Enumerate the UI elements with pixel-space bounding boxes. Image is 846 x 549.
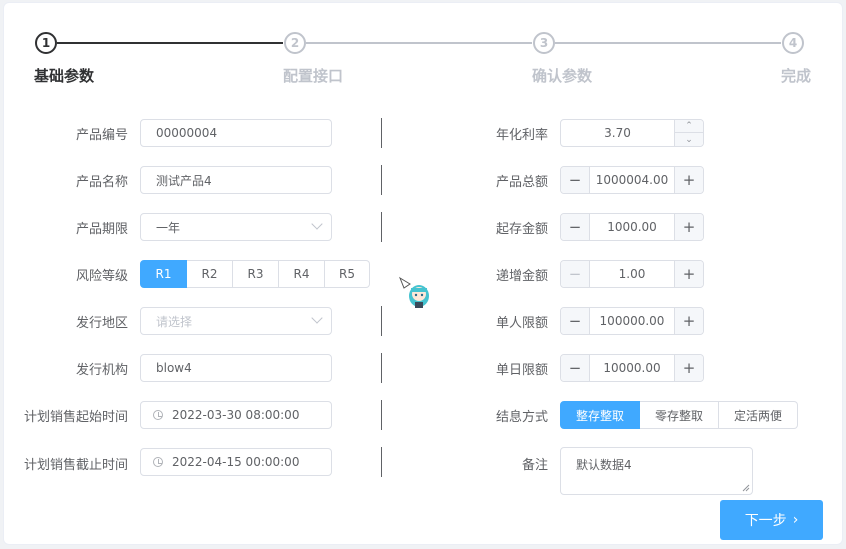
product-term-value: 一年 [156, 220, 181, 235]
minus-icon[interactable]: − [561, 308, 590, 334]
settlement-radio-group: 整存整取 零存整取 定活两便 [560, 401, 798, 429]
column-divider [381, 118, 382, 148]
step-1-title: 基础参数 [34, 67, 95, 85]
min-deposit-stepper: − 1000.00 + [560, 213, 704, 241]
chevron-down-icon [311, 312, 323, 324]
step-4-icon: 4 [782, 32, 804, 54]
region-label: 发行地区 [75, 316, 128, 331]
minus-icon[interactable]: − [561, 261, 590, 287]
per-person-limit-label: 单人限额 [495, 316, 548, 331]
step-4-title: 完成 [781, 67, 812, 85]
annual-rate-stepper: ⌃ ⌄ [674, 120, 703, 146]
minus-icon[interactable]: − [561, 355, 590, 381]
chevron-down-icon [311, 218, 323, 230]
issuer-label: 发行机构 [75, 363, 128, 378]
increment-value[interactable]: 1.00 [590, 261, 674, 287]
sale-start-label: 计划销售起始时间 [23, 410, 128, 425]
next-step-button[interactable]: 下一步 › [720, 500, 823, 540]
product-term-label: 产品期限 [75, 222, 128, 237]
min-deposit-label: 起存金额 [495, 222, 548, 237]
sale-end-value: 2022-04-15 00:00:00 [172, 455, 300, 469]
column-divider [381, 212, 382, 242]
plus-icon[interactable]: + [674, 214, 703, 240]
column-divider [381, 400, 382, 430]
step-1-icon: 1 [35, 32, 57, 54]
column-divider [381, 165, 382, 195]
resize-grip-icon[interactable] [742, 484, 750, 492]
minus-icon[interactable]: − [561, 167, 590, 193]
daily-limit-label: 单日限额 [495, 363, 548, 378]
issuer-input[interactable]: blow4 [140, 354, 332, 382]
risk-r1-button[interactable]: R1 [140, 260, 187, 288]
remark-label: 备注 [521, 458, 548, 473]
min-deposit-value[interactable]: 1000.00 [590, 214, 674, 240]
risk-level-label: 风险等级 [75, 269, 128, 284]
increment-label: 递增金额 [495, 269, 548, 284]
product-code-label: 产品编号 [75, 128, 128, 143]
settlement-option-1-button[interactable]: 整存整取 [560, 401, 640, 429]
column-divider [381, 447, 382, 477]
plus-icon[interactable]: + [674, 308, 703, 334]
risk-r2-button[interactable]: R2 [187, 260, 233, 288]
total-amount-value[interactable]: 1000004.00 [590, 167, 674, 193]
product-name-input[interactable]: 测试产品4 [140, 166, 332, 194]
chevron-up-icon[interactable]: ⌃ [675, 120, 703, 133]
remark-value: 默认数据4 [576, 458, 632, 472]
mascot-icon [398, 276, 429, 308]
increment-stepper: − 1.00 + [560, 260, 704, 288]
annual-rate-input[interactable]: 3.70 ⌃ ⌄ [560, 119, 704, 147]
risk-r4-button[interactable]: R4 [279, 260, 325, 288]
per-person-limit-value[interactable]: 100000.00 [590, 308, 674, 334]
chevron-right-icon: › [792, 512, 799, 528]
region-select[interactable]: 请选择 [140, 307, 332, 335]
settlement-option-3-button[interactable]: 定活两便 [719, 401, 798, 429]
plus-icon[interactable]: + [674, 261, 703, 287]
sale-start-value: 2022-03-30 08:00:00 [172, 408, 300, 422]
step-2-title: 配置接口 [283, 67, 344, 85]
product-term-select[interactable]: 一年 [140, 213, 332, 241]
clock-icon [153, 457, 163, 467]
column-divider [381, 306, 382, 336]
steps-bar: 1 2 3 4 基础参数 配置接口 确认参数 完成 [0, 0, 846, 100]
plus-icon[interactable]: + [674, 355, 703, 381]
annual-rate-label: 年化利率 [495, 128, 548, 143]
next-step-label: 下一步 [744, 513, 787, 529]
total-amount-label: 产品总额 [495, 175, 548, 190]
annual-rate-value: 3.70 [604, 126, 631, 140]
risk-level-radio-group: R1 R2 R3 R4 R5 [140, 260, 370, 288]
step-connector-3 [555, 42, 781, 44]
clock-icon [153, 410, 163, 420]
daily-limit-value[interactable]: 10000.00 [590, 355, 674, 381]
risk-r3-button[interactable]: R3 [233, 260, 279, 288]
settlement-option-2-button[interactable]: 零存整取 [640, 401, 719, 429]
sale-start-datepicker[interactable]: 2022-03-30 08:00:00 [140, 401, 332, 429]
plus-icon[interactable]: + [674, 167, 703, 193]
daily-limit-stepper: − 10000.00 + [560, 354, 704, 382]
chevron-down-icon[interactable]: ⌄ [675, 133, 703, 146]
step-connector-1 [57, 42, 283, 44]
step-2-icon: 2 [284, 32, 306, 54]
settlement-label: 结息方式 [495, 410, 548, 425]
step-connector-2 [306, 42, 532, 44]
product-name-label: 产品名称 [75, 175, 128, 190]
sale-end-label: 计划销售截止时间 [23, 458, 128, 473]
step-3-icon: 3 [533, 32, 555, 54]
product-code-input[interactable]: 00000004 [140, 119, 332, 147]
per-person-limit-stepper: − 100000.00 + [560, 307, 704, 335]
region-placeholder: 请选择 [156, 314, 193, 329]
step-3-title: 确认参数 [532, 67, 593, 85]
minus-icon[interactable]: − [561, 214, 590, 240]
risk-r5-button[interactable]: R5 [325, 260, 370, 288]
column-divider [381, 353, 382, 383]
remark-textarea[interactable]: 默认数据4 [560, 447, 753, 495]
total-amount-stepper: − 1000004.00 + [560, 166, 704, 194]
sale-end-datepicker[interactable]: 2022-04-15 00:00:00 [140, 448, 332, 476]
